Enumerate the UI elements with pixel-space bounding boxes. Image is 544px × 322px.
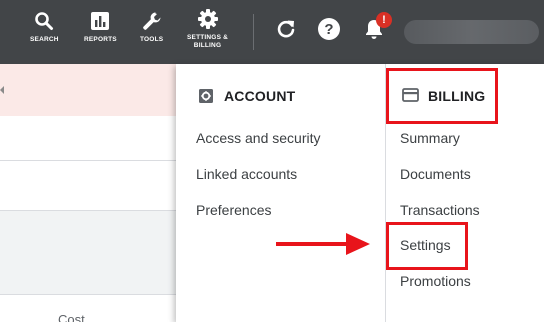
account-info-blurred[interactable] [404,20,539,44]
reports-icon [90,8,110,34]
settings-billing-button[interactable]: SETTINGS & BILLING [187,6,228,50]
billing-highlight-box [386,68,498,124]
reports-button[interactable]: REPORTS [84,8,117,44]
gear-square-icon [198,88,214,104]
tools-button[interactable]: TOOLS [140,8,163,44]
refresh-icon [275,18,297,45]
help-button[interactable]: ? [316,17,342,46]
svg-text:?: ? [324,21,333,38]
menu-item-linked-accounts[interactable]: Linked accounts [196,166,297,182]
cost-column-header: Cost [58,312,85,322]
menu-item-access-and-security[interactable]: Access and security [196,130,321,146]
tools-label: TOOLS [140,36,164,43]
menu-item-transactions[interactable]: Transactions [400,202,480,218]
reports-label: REPORTS [84,36,117,43]
annotation-arrow-icon [346,233,370,255]
settings-highlight-box [386,222,468,270]
notification-badge: ! [376,12,392,28]
menu-item-documents[interactable]: Documents [400,166,471,182]
topbar-divider [253,14,254,50]
wrench-icon [141,8,163,34]
background-divider [0,160,176,161]
top-navigation-bar: SEARCH REPORTS TOOLS SETTINGS & BILLING … [0,0,544,64]
settings-billing-label: SETTINGS & BILLING [187,34,229,49]
account-section-title: ACCOUNT [224,88,296,104]
annotation-arrow-shaft [276,242,348,246]
menu-item-preferences[interactable]: Preferences [196,202,271,218]
menu-item-summary[interactable]: Summary [400,130,460,146]
background-table-header [0,210,176,295]
search-icon [34,8,54,34]
banner-arrow-icon [0,86,4,94]
search-button[interactable]: SEARCH [30,8,59,44]
gear-icon [197,6,219,32]
search-label: SEARCH [30,36,59,43]
refresh-button[interactable] [273,18,299,44]
menu-item-promotions[interactable]: Promotions [400,273,471,289]
help-icon: ? [317,17,341,46]
account-section-header: ACCOUNT [198,88,295,104]
